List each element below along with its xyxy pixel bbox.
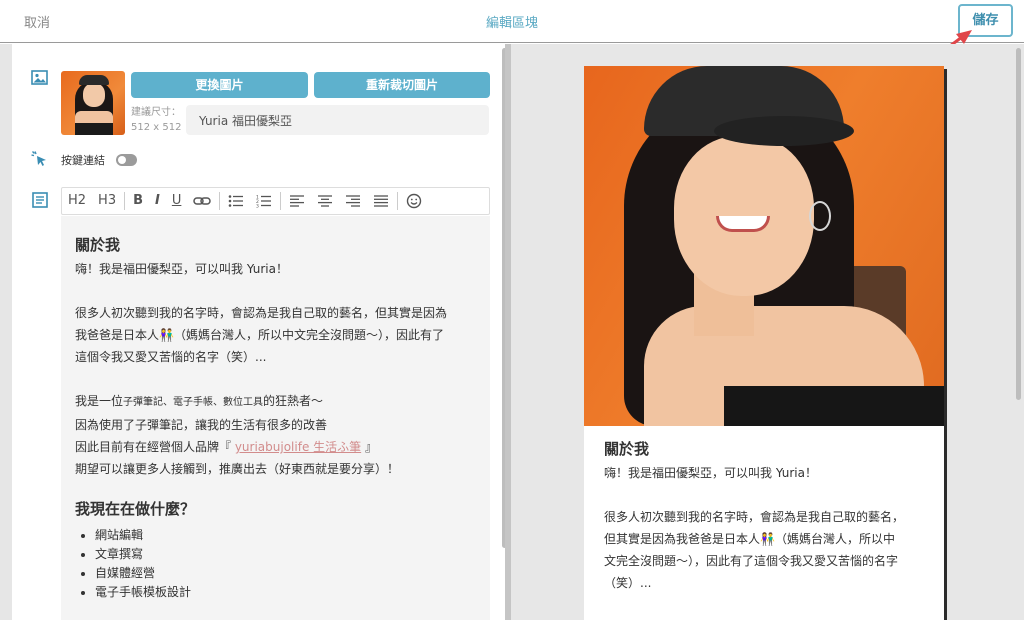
preview-text: 關於我 嗨！我是福田優梨亞，可以叫我 Yuria！ 很多人初次聽到我的名字時，會… — [604, 436, 934, 594]
toolbar-divider — [280, 192, 282, 210]
page-title: 編輯區塊 — [485, 16, 538, 31]
preview-card: 關於我 嗨！我是福田優梨亞，可以叫我 Yuria！ 很多人初次聽到我的名字時，會… — [584, 66, 944, 620]
emoji-button[interactable] — [400, 187, 428, 215]
align-center-button[interactable] — [311, 187, 339, 215]
editor-intro: 嗨！我是福田優梨亞，可以叫我 Yuria！ — [75, 262, 288, 276]
image-alt-input[interactable] — [186, 105, 489, 135]
size-hint: 建議尺寸： 512 x 512 — [131, 105, 181, 135]
preview-paragraph-line: 很多人初次聽到我的名字時，會認為是我自己取的藝名， — [604, 510, 905, 524]
list-item: 網站編輯 — [95, 526, 476, 545]
editor-heading-about: 關於我 — [75, 236, 121, 254]
image-thumbnail[interactable] — [61, 71, 125, 135]
toolbar-divider — [397, 192, 399, 210]
bold-button[interactable]: B — [127, 187, 149, 215]
smiley-icon — [407, 193, 422, 208]
editor-paragraph-line: 我爸爸是日本人👫（媽媽台灣人，所以中文完全沒問題～），因此有了 — [75, 328, 444, 342]
list-item: 電子手帳模板設計 — [95, 583, 476, 602]
editor-heading-now: 我現在在做什麼？ — [75, 500, 196, 518]
editor-paragraph-line: 因此目前有在經營個人品牌『 yuriabujolife 生活ふ筆 』 — [75, 440, 377, 454]
editor-paragraph-line: 我是一位子彈筆記、電子手帳、數位工具的狂熱者～ — [75, 394, 324, 408]
toolbar-divider — [219, 192, 221, 210]
link-button[interactable] — [187, 187, 217, 215]
numbered-list-icon: 1 2 3 — [256, 194, 272, 209]
save-button[interactable]: 儲存 — [958, 4, 1013, 37]
bullet-list-icon — [229, 194, 244, 207]
bulleted-list-button[interactable] — [222, 187, 250, 215]
editor-list: 網站編輯 文章撰寫 自媒體經營 電子手帳模板設計 — [75, 526, 476, 602]
svg-text:3: 3 — [256, 203, 259, 208]
image-icon — [31, 70, 48, 85]
align-right-icon — [346, 194, 361, 207]
button-link-label: 按鍵連結 — [61, 154, 105, 167]
list-item: 自媒體經營 — [95, 564, 476, 583]
preview-paragraph-line: （笑）... — [604, 576, 652, 590]
align-justify-button[interactable] — [367, 187, 395, 215]
align-left-icon — [290, 194, 305, 207]
h2-button[interactable]: H2 — [62, 187, 92, 215]
underline-button[interactable]: U — [166, 187, 188, 215]
preview-scrollbar[interactable] — [1016, 48, 1021, 400]
link-icon — [193, 196, 212, 205]
align-left-button[interactable] — [283, 187, 311, 215]
align-center-icon — [318, 194, 333, 207]
toolbar-divider — [124, 192, 126, 210]
button-link-toggle[interactable] — [116, 154, 137, 166]
left-gutter — [0, 44, 12, 620]
size-hint-value: 512 x 512 — [131, 122, 182, 133]
align-right-button[interactable] — [339, 187, 367, 215]
replace-image-button[interactable]: 更換圖片 — [131, 72, 308, 98]
align-justify-icon — [374, 194, 389, 207]
top-bar: 取消 編輯區塊 儲存 — [0, 0, 1024, 43]
formatting-toolbar: H2 H3 B I U 1 2 3 — [61, 187, 490, 215]
editor-paragraph-line: 期望可以讓更多人接觸到，推廣出去（好東西就是要分享）！ — [75, 462, 400, 476]
list-item: 文章撰寫 — [95, 545, 476, 564]
preview-heading: 關於我 — [604, 440, 650, 458]
rich-text-editor[interactable]: 關於我 嗨！我是福田優梨亞，可以叫我 Yuria！ 很多人初次聽到我的名字時，會… — [61, 216, 490, 620]
preview-photo — [584, 66, 944, 426]
brand-link[interactable]: yuriabujolife 生活ふ筆 — [235, 440, 361, 454]
h3-button[interactable]: H3 — [92, 187, 122, 215]
recrop-image-button[interactable]: 重新裁切圖片 — [314, 72, 490, 98]
editor-paragraph-line: 因為使用了子彈筆記，讓我的生活有很多的改善 — [75, 418, 328, 432]
cursor-click-icon — [31, 151, 46, 166]
editor-paragraph-line: 這個令我又愛又苦惱的名字（笑）... — [75, 350, 267, 364]
preview-paragraph-line: 文完全沒問題～），因此有了這個令我又愛又苦惱的名字 — [604, 554, 899, 568]
preview-intro: 嗨！我是福田優梨亞，可以叫我 Yuria！ — [604, 466, 817, 480]
italic-button[interactable]: I — [149, 187, 166, 215]
preview-paragraph-line: 但其實是因為我爸爸是日本人👫（媽媽台灣人，所以中 — [604, 532, 895, 546]
text-block-icon — [32, 192, 48, 208]
editor-paragraph-line: 很多人初次聽到我的名字時，會認為是我自己取的藝名，但其實是因為 — [75, 306, 448, 320]
numbered-list-button[interactable]: 1 2 3 — [250, 187, 278, 215]
size-hint-label: 建議尺寸： — [131, 107, 181, 118]
